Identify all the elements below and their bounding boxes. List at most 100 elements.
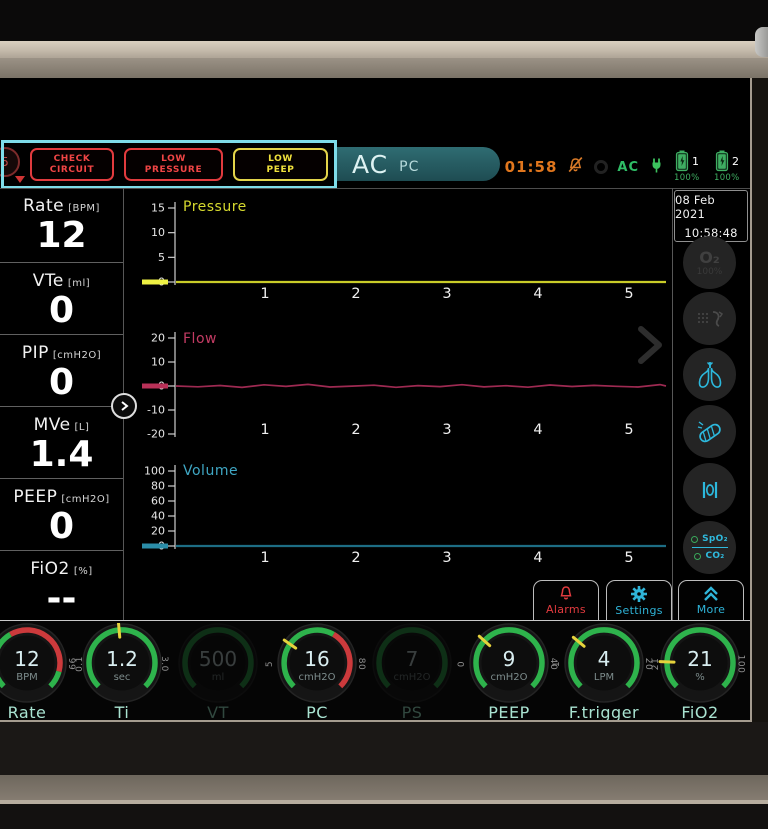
- knob-dial: 1.2sec: [74, 623, 170, 703]
- tab-more[interactable]: More: [678, 580, 744, 620]
- knob-peep[interactable]: 9cmH2O040PEEP: [461, 623, 557, 721]
- svg-text:4: 4: [533, 550, 542, 566]
- knob-min-label: 5: [265, 661, 275, 667]
- knob-pc[interactable]: 16cmH2O580PC: [269, 623, 365, 721]
- monitored-number: 12: [0, 216, 123, 256]
- svg-text:sec: sec: [114, 672, 131, 683]
- side-hardware-knob[interactable]: [755, 27, 768, 57]
- svg-text:20: 20: [151, 332, 165, 345]
- chevron-right-icon: [118, 400, 130, 412]
- aerosol-button[interactable]: [683, 405, 736, 458]
- monitored-label: MVe[L]: [0, 415, 123, 435]
- alarm-muted-icon[interactable]: [566, 156, 585, 178]
- svg-text:10: 10: [151, 226, 165, 239]
- lung-recruitment-button[interactable]: [683, 348, 736, 401]
- alarm-button-low-pressure[interactable]: LOW PRESSURE: [124, 148, 223, 181]
- svg-text:80: 80: [151, 480, 165, 493]
- battery-icon: [675, 150, 689, 172]
- battery-2-indicator: 2 100%: [714, 150, 745, 184]
- svg-text:1: 1: [260, 422, 269, 438]
- chart-pressure: Pressure15105012345: [138, 194, 668, 308]
- ventilation-mode-pill[interactable]: AC PC: [337, 147, 500, 181]
- bell-icon: [557, 585, 575, 602]
- co2-dot-icon: [694, 553, 701, 560]
- lungs-icon: [693, 359, 727, 391]
- svg-text:2: 2: [351, 550, 360, 566]
- knob-fio2[interactable]: 21%21100FiO2: [652, 623, 748, 721]
- knob-dial: 12BPM: [0, 623, 75, 703]
- knob-label: PEEP: [461, 703, 557, 722]
- knob-label: VT: [170, 703, 266, 722]
- chart-canvas: Flow20100-10-2012345: [138, 326, 668, 442]
- knob-f-trigger[interactable]: 4LPM120F.trigger: [556, 623, 652, 721]
- svg-text:3: 3: [442, 286, 451, 302]
- knob-min-label: 1: [552, 661, 562, 667]
- monitored-label: FiO2[%]: [0, 559, 123, 579]
- chevron-right-icon: [632, 324, 668, 366]
- knob-label: F.trigger: [556, 703, 652, 722]
- o2-percent-label: 100%: [697, 267, 723, 277]
- svg-text:20: 20: [151, 525, 165, 538]
- nebulizer-button-disabled[interactable]: [683, 292, 736, 345]
- knob-rate[interactable]: 12BPM99Rate: [0, 623, 75, 721]
- knob-vt: 500mlVT: [170, 623, 266, 721]
- monitored-value-peep: PEEP[cmH2O]0: [0, 479, 123, 551]
- monitored-unit: [cmH2O]: [53, 350, 101, 361]
- monitored-unit: [ml]: [68, 278, 90, 289]
- svg-text:ml: ml: [212, 672, 225, 683]
- sidebar-expand-button[interactable]: [111, 393, 137, 419]
- alarm-button-check-circuit[interactable]: CHECK CIRCUIT: [30, 148, 114, 181]
- knob-ti[interactable]: 1.2sec0.13.0Ti: [74, 623, 170, 721]
- ventilator-screen: 5 CHECK CIRCUIT LOW PRESSURE LOW PEEP AC…: [0, 78, 752, 722]
- monitored-value-pip: PIP[cmH2O]0: [0, 335, 123, 407]
- monitored-number: 0: [0, 507, 123, 547]
- mode-secondary-label: PC: [399, 159, 419, 175]
- knob-dial: 21%: [652, 623, 748, 703]
- battery-percent: 100%: [674, 173, 700, 183]
- knob-label: Ti: [74, 703, 170, 722]
- knob-min-label: 21: [651, 658, 661, 670]
- cuff-pressure-button[interactable]: [683, 463, 736, 516]
- monitored-values-panel: Rate[BPM]12VTe[ml]0PIP[cmH2O]0MVe[L]1.4P…: [0, 188, 123, 620]
- svg-text:5: 5: [624, 286, 633, 302]
- chart-flow: Flow20100-10-2012345: [138, 326, 668, 442]
- co2-label: CO₂: [705, 551, 724, 561]
- svg-text:LPM: LPM: [594, 672, 614, 683]
- svg-text:Pressure: Pressure: [183, 199, 247, 215]
- bezel-bottom-strip: [0, 775, 768, 804]
- svg-text:4: 4: [533, 286, 542, 302]
- svg-text:-20: -20: [147, 428, 165, 441]
- spo2-row: SpO₂: [691, 534, 728, 544]
- knob-label: FiO2: [652, 703, 748, 722]
- cuff-pressure-icon: [694, 474, 726, 506]
- battery-icon: [715, 150, 729, 172]
- spo2-label: SpO₂: [702, 534, 728, 544]
- monitored-label: VTe[ml]: [0, 271, 123, 291]
- alarm-button-low-peep[interactable]: LOW PEEP: [233, 148, 328, 181]
- svg-text:15: 15: [151, 202, 165, 215]
- spo2-co2-button[interactable]: SpO₂ CO₂: [683, 521, 736, 574]
- nebulizer-icon: [693, 304, 727, 334]
- monitored-unit: [%]: [74, 566, 93, 577]
- svg-text:1: 1: [260, 286, 269, 302]
- tab-alarms[interactable]: Alarms: [533, 580, 599, 620]
- svg-text:10: 10: [151, 356, 165, 369]
- charts-next-page-button[interactable]: [632, 324, 668, 366]
- bezel-bottom-dark: [0, 804, 768, 829]
- status-bar: 01:58 AC: [505, 150, 745, 184]
- power-source-label: AC: [617, 160, 639, 175]
- tab-settings[interactable]: Settings: [606, 580, 672, 620]
- monitored-label: PEEP[cmH2O]: [0, 487, 123, 507]
- tab-label: More: [697, 603, 725, 616]
- bezel-top: [0, 0, 768, 41]
- o2-100-button[interactable]: O₂ 100%: [683, 236, 736, 289]
- monitored-unit: [BPM]: [68, 203, 100, 214]
- svg-text:21: 21: [687, 647, 712, 671]
- monitored-number: 1.4: [0, 435, 123, 475]
- svg-text:1.2: 1.2: [106, 647, 138, 671]
- monitored-value-rate: Rate[BPM]12: [0, 188, 123, 263]
- monitored-label: Rate[BPM]: [0, 196, 123, 216]
- battery-number: 2: [732, 155, 739, 168]
- svg-text:cmH2O: cmH2O: [299, 672, 336, 683]
- svg-text:60: 60: [151, 495, 165, 508]
